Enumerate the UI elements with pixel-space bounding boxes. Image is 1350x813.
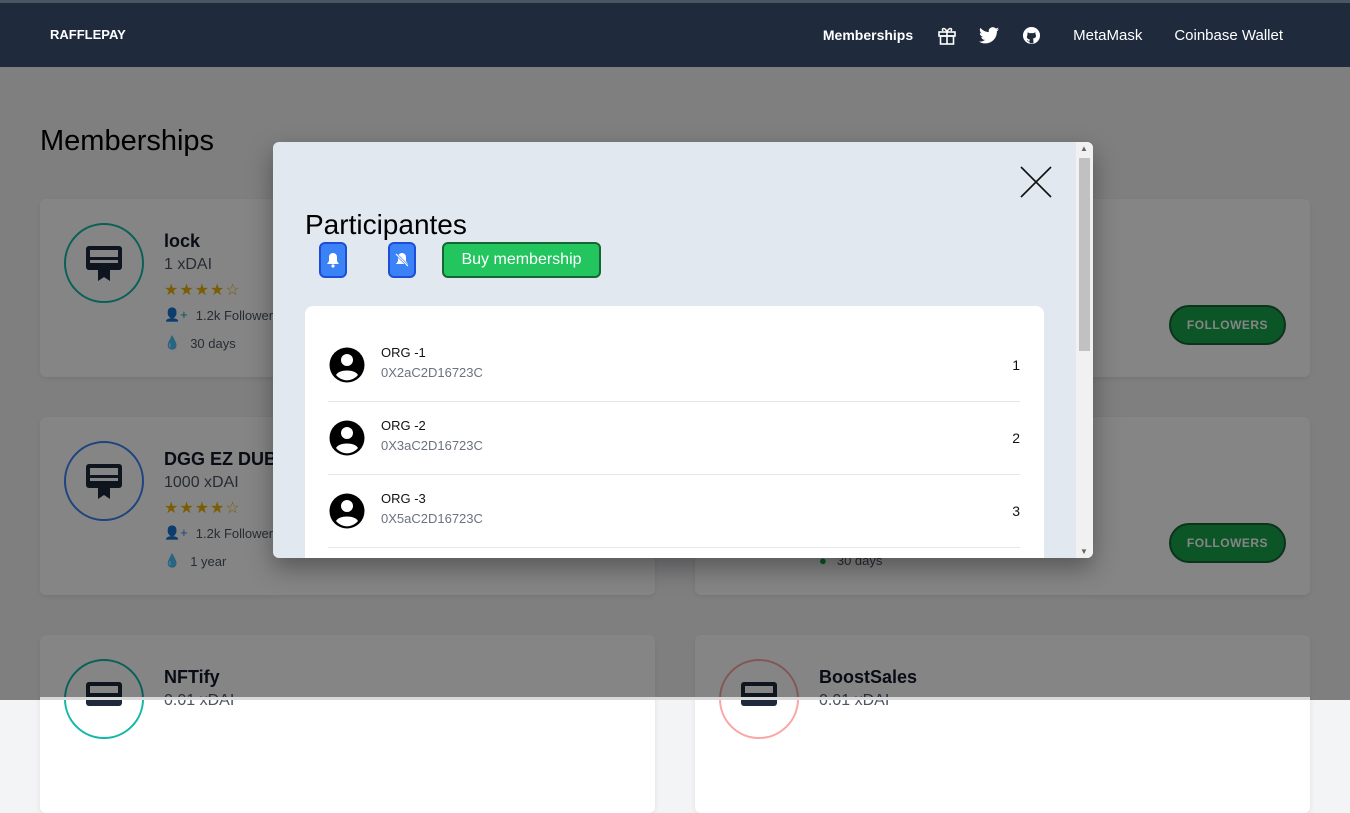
participant-row[interactable]: ORG -3 0X5aC2D16723C 3: [328, 475, 1020, 548]
participant-name: ORG -3: [381, 491, 426, 506]
buy-membership-button[interactable]: Buy membership: [442, 242, 601, 278]
participant-address: 0X2aC2D16723C: [381, 365, 483, 380]
navbar: RAFFLEPAY Memberships MetaMask Coinbase …: [0, 3, 1350, 67]
bell-icon: [327, 253, 339, 268]
scrollbar-thumb[interactable]: [1079, 158, 1090, 351]
participants-modal: Participantes Buy membership ORG -1 0X2a…: [273, 142, 1093, 558]
notify-button[interactable]: [319, 242, 347, 278]
user-circle-icon: [329, 420, 365, 456]
participant-name: ORG -1: [381, 345, 426, 360]
scroll-down-arrow-icon[interactable]: ▼: [1080, 547, 1088, 556]
metamask-link[interactable]: MetaMask: [1073, 27, 1142, 44]
user-circle-icon: [329, 347, 365, 383]
participant-address: 0X5aC2D16723C: [381, 511, 483, 526]
mute-button[interactable]: [388, 242, 416, 278]
user-circle-icon: [329, 493, 365, 529]
modal-scrollbar[interactable]: ▲ ▼: [1076, 142, 1093, 558]
coinbase-wallet-link[interactable]: Coinbase Wallet: [1174, 27, 1283, 44]
gift-icon[interactable]: [937, 25, 957, 45]
scroll-up-arrow-icon[interactable]: ▲: [1080, 144, 1088, 153]
bell-slash-icon: [395, 253, 409, 267]
brand-logo[interactable]: RAFFLEPAY: [50, 27, 126, 42]
participants-list: ORG -1 0X2aC2D16723C 1 ORG -2 0X3aC2D167…: [305, 306, 1044, 558]
participant-name: ORG -2: [381, 418, 426, 433]
participant-rank: 2: [1012, 430, 1020, 446]
participant-address: 0X3aC2D16723C: [381, 438, 483, 453]
close-icon[interactable]: [1018, 164, 1054, 200]
participant-rank: 3: [1012, 503, 1020, 519]
participant-row[interactable]: ORG -1 0X2aC2D16723C 1: [328, 329, 1020, 402]
participant-rank: 1: [1012, 357, 1020, 373]
participant-row[interactable]: ORG -2 0X3aC2D16723C 2: [328, 402, 1020, 475]
modal-title: Participantes: [305, 209, 467, 240]
twitter-icon[interactable]: [979, 25, 1000, 45]
nav-memberships[interactable]: Memberships: [823, 27, 913, 43]
github-icon[interactable]: [1021, 25, 1041, 45]
